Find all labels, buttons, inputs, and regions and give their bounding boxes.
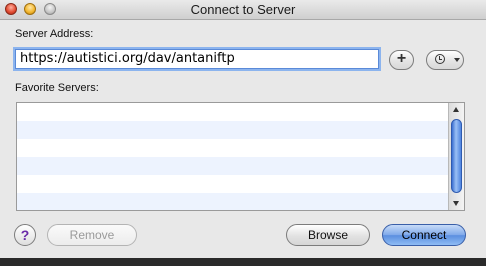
list-item[interactable] [17,139,464,157]
list-item[interactable] [17,103,464,121]
window-title: Connect to Server [190,2,296,17]
list-item[interactable] [17,157,464,175]
clock-icon [435,54,445,64]
scroll-down-arrow-icon[interactable] [453,201,459,206]
server-address-input[interactable]: https://autistici.org/dav/antaniftp [15,49,379,69]
title-bar: Connect to Server [0,0,486,20]
plus-icon: + [396,50,407,67]
help-button[interactable]: ? [14,224,36,246]
chevron-down-icon [454,58,460,62]
recent-servers-button[interactable] [426,50,464,70]
browse-button[interactable]: Browse [286,224,370,246]
connect-button[interactable]: Connect [382,224,466,246]
scroll-thumb[interactable] [451,119,462,193]
scroll-up-arrow-icon[interactable] [453,107,459,112]
list-item[interactable] [17,193,464,210]
list-item[interactable] [17,175,464,193]
favorite-servers-label: Favorite Servers: [15,82,99,94]
vertical-scrollbar[interactable] [448,103,464,210]
server-address-label: Server Address: [15,28,94,40]
add-favorite-button[interactable]: + [389,50,414,70]
favorite-servers-list[interactable] [16,102,465,211]
remove-button[interactable]: Remove [47,224,137,246]
background-window-strip [0,258,486,266]
connect-to-server-window: Connect to Server Server Address: https:… [0,0,486,259]
list-item[interactable] [17,121,464,139]
